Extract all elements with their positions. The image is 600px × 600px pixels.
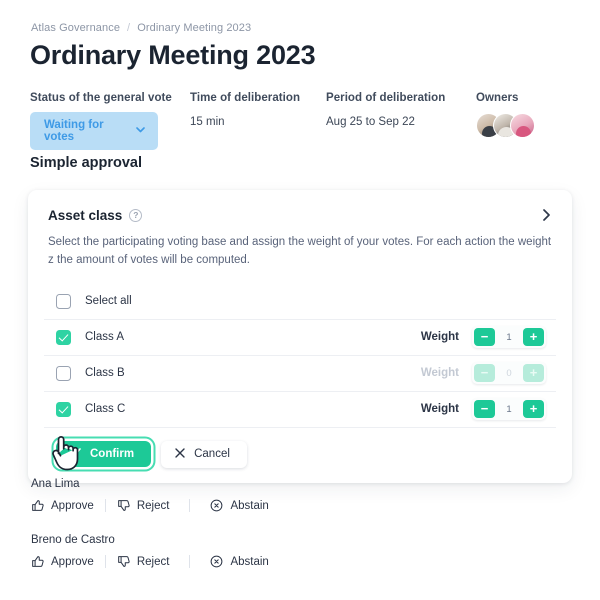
meta-period: Period of deliberation Aug 25 to Sep 22	[326, 92, 445, 128]
card-header: Asset class ?	[44, 208, 556, 223]
row-class-b[interactable]: Class B Weight − 0 +	[44, 356, 556, 392]
row-select-all[interactable]: Select all	[44, 284, 556, 320]
asset-class-list: Select all Class A Weight − 1 + Class B …	[44, 284, 556, 428]
voter-row: Ana Lima Approve Reject Abstain	[31, 478, 551, 512]
thumbs-up-icon	[31, 555, 44, 568]
breadcrumb: Atlas Governance / Ordinary Meeting 2023	[31, 22, 251, 34]
vote-actions: Approve Reject Abstain	[31, 499, 551, 512]
increment-button[interactable]: +	[523, 400, 544, 419]
abstain-label: Abstain	[230, 555, 269, 568]
select-all-label: Select all	[85, 295, 132, 308]
thumbs-down-icon	[117, 499, 130, 512]
meta-time-label: Time of deliberation	[190, 92, 301, 104]
meta-status-label: Status of the general vote	[30, 92, 172, 104]
meta-time: Time of deliberation 15 min	[190, 92, 300, 128]
class-b-weight-label: Weight	[420, 367, 459, 380]
class-a-checkbox[interactable]	[56, 329, 71, 345]
thumbs-down-icon	[117, 555, 130, 568]
voter-name: Ana Lima	[31, 478, 80, 490]
divider	[189, 499, 191, 512]
circle-x-icon	[210, 499, 223, 512]
weight-value: 1	[506, 403, 512, 415]
vote-actions: Approve Reject Abstain	[31, 555, 551, 568]
card-title: Asset class	[48, 208, 123, 223]
class-b-label: Class B	[85, 367, 125, 380]
row-class-c[interactable]: Class C Weight − 1 +	[44, 392, 556, 428]
select-all-checkbox[interactable]	[56, 293, 71, 309]
owner-avatar-group[interactable]	[476, 113, 535, 138]
chevron-down-icon	[136, 126, 145, 135]
voters-list: Ana Lima Approve Reject Abstain Breno de…	[31, 478, 551, 590]
class-c-weight-group: Weight − 1 +	[420, 398, 546, 421]
class-a-weight-group: Weight − 1 +	[420, 326, 546, 349]
increment-button[interactable]: +	[523, 328, 544, 347]
section-title: Simple approval	[30, 155, 143, 171]
approve-button[interactable]: Approve	[31, 555, 105, 568]
meta-owners-label: Owners	[476, 92, 519, 104]
decrement-button[interactable]: −	[474, 328, 495, 347]
meeting-detail-page: Atlas Governance / Ordinary Meeting 2023…	[0, 0, 600, 600]
status-badge[interactable]: Waiting for votes	[30, 112, 158, 150]
class-c-weight-stepper[interactable]: − 1 +	[472, 398, 546, 421]
class-c-label: Class C	[85, 403, 126, 416]
help-circle-icon[interactable]: ?	[129, 209, 143, 222]
voter-row: Breno de Castro Approve Reject Abstain	[31, 534, 551, 568]
chevron-right-icon[interactable]	[541, 208, 552, 223]
class-c-weight-label: Weight	[420, 403, 459, 416]
breadcrumb-root[interactable]: Atlas Governance	[31, 22, 120, 34]
close-icon	[175, 447, 185, 461]
asset-class-card: Asset class ? Select the participating v…	[28, 190, 572, 483]
page-title: Ordinary Meeting 2023	[30, 40, 316, 70]
class-a-weight-stepper[interactable]: − 1 +	[472, 326, 546, 349]
cancel-button-label: Cancel	[194, 448, 230, 461]
weight-value: 1	[506, 331, 512, 343]
abstain-button[interactable]: Abstain	[199, 555, 279, 568]
meta-summary: Status of the general vote Waiting for v…	[30, 92, 570, 150]
divider	[189, 555, 191, 568]
reject-label: Reject	[136, 499, 170, 512]
weight-value: 0	[506, 367, 512, 379]
avatar[interactable]	[510, 113, 535, 138]
card-actions: Confirm Cancel	[44, 428, 556, 483]
cancel-button[interactable]: Cancel	[161, 440, 247, 468]
approve-label: Approve	[51, 499, 94, 512]
hand-cursor-icon	[48, 432, 82, 472]
meta-status: Status of the general vote Waiting for v…	[30, 92, 172, 150]
class-a-weight-label: Weight	[420, 331, 459, 344]
increment-button: +	[523, 364, 544, 383]
decrement-button[interactable]: −	[474, 400, 495, 419]
reject-label: Reject	[136, 555, 170, 568]
meta-time-value: 15 min	[190, 116, 225, 128]
status-badge-label: Waiting for votes	[44, 119, 104, 143]
class-b-weight-group: Weight − 0 +	[420, 362, 546, 385]
breadcrumb-current[interactable]: Ordinary Meeting 2023	[137, 22, 251, 34]
row-class-a[interactable]: Class A Weight − 1 +	[44, 320, 556, 356]
thumbs-up-icon	[31, 499, 44, 512]
abstain-button[interactable]: Abstain	[199, 499, 279, 512]
abstain-label: Abstain	[230, 499, 269, 512]
breadcrumb-separator: /	[127, 22, 131, 34]
class-a-label: Class A	[85, 331, 124, 344]
decrement-button: −	[474, 364, 495, 383]
class-b-weight-stepper: − 0 +	[472, 362, 546, 385]
reject-button[interactable]: Reject	[106, 499, 181, 512]
approve-label: Approve	[51, 555, 94, 568]
circle-x-icon	[210, 555, 223, 568]
reject-button[interactable]: Reject	[106, 555, 181, 568]
meta-period-value: Aug 25 to Sep 22	[326, 116, 415, 128]
voter-name: Breno de Castro	[31, 534, 115, 546]
meta-owners: Owners	[476, 92, 535, 138]
class-c-checkbox[interactable]	[56, 401, 71, 417]
meta-period-label: Period of deliberation	[326, 92, 446, 104]
confirm-button-label: Confirm	[90, 448, 135, 461]
card-description: Select the participating voting base and…	[48, 236, 552, 266]
class-b-checkbox[interactable]	[56, 365, 71, 381]
approve-button[interactable]: Approve	[31, 499, 105, 512]
